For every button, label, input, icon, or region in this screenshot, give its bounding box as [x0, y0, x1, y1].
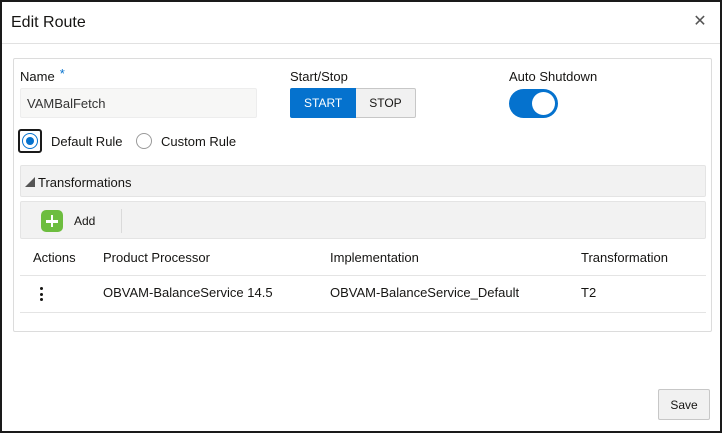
column-header-actions: Actions	[33, 250, 76, 265]
default-rule-radio[interactable]: Default Rule	[18, 129, 123, 153]
toolbar-divider	[121, 209, 122, 233]
transformations-toolbar: Add	[20, 201, 706, 239]
column-header-transformation: Transformation	[581, 250, 668, 265]
radio-focus-ring	[18, 129, 42, 153]
cell-implementation: OBVAM-BalanceService_Default	[330, 285, 520, 300]
column-header-implementation: Implementation	[330, 250, 419, 265]
auto-shutdown-label: Auto Shutdown	[509, 69, 598, 84]
edit-route-dialog: Edit Route ✕ Name * Start/Stop START STOP…	[0, 0, 722, 433]
close-icon[interactable]: ✕	[690, 12, 710, 32]
start-button[interactable]: START	[290, 88, 357, 118]
kebab-menu-icon[interactable]	[33, 285, 51, 303]
plus-icon	[41, 210, 63, 232]
start-stop-toggle-group: START STOP	[290, 88, 416, 118]
table-row[interactable]: OBVAM-BalanceService 14.5 OBVAM-BalanceS…	[20, 276, 706, 313]
table-header-row: Actions Product Processor Implementation…	[20, 243, 706, 276]
add-label: Add	[74, 214, 96, 228]
name-input[interactable]	[20, 88, 257, 118]
auto-shutdown-switch[interactable]	[509, 89, 558, 118]
default-rule-label: Default Rule	[51, 133, 123, 149]
column-header-product-processor: Product Processor	[103, 250, 210, 265]
transformations-section-header[interactable]: Transformations	[20, 165, 706, 197]
transformations-title: Transformations	[38, 175, 132, 190]
transformations-table: Actions Product Processor Implementation…	[20, 243, 706, 313]
add-button[interactable]: Add	[41, 209, 95, 233]
save-button[interactable]: Save	[658, 389, 710, 420]
radio-unchecked-icon	[136, 133, 152, 149]
required-indicator: *	[59, 66, 65, 81]
name-label-text: Name	[20, 69, 55, 84]
radio-dot	[26, 137, 34, 145]
route-form-panel: Name * Start/Stop START STOP Auto Shutdow…	[13, 58, 712, 332]
dialog-header: Edit Route ✕	[2, 2, 720, 44]
start-stop-label: Start/Stop	[290, 69, 348, 84]
collapse-triangle-icon	[25, 177, 35, 187]
stop-button[interactable]: STOP	[356, 88, 416, 118]
name-label: Name *	[20, 66, 65, 84]
switch-knob	[532, 92, 555, 115]
cell-product-processor: OBVAM-BalanceService 14.5	[103, 285, 273, 300]
custom-rule-radio[interactable]: Custom Rule	[136, 131, 236, 151]
dialog-title: Edit Route	[11, 14, 86, 31]
cell-transformation: T2	[581, 285, 597, 300]
custom-rule-label: Custom Rule	[161, 133, 237, 149]
radio-checked-icon	[22, 133, 38, 149]
